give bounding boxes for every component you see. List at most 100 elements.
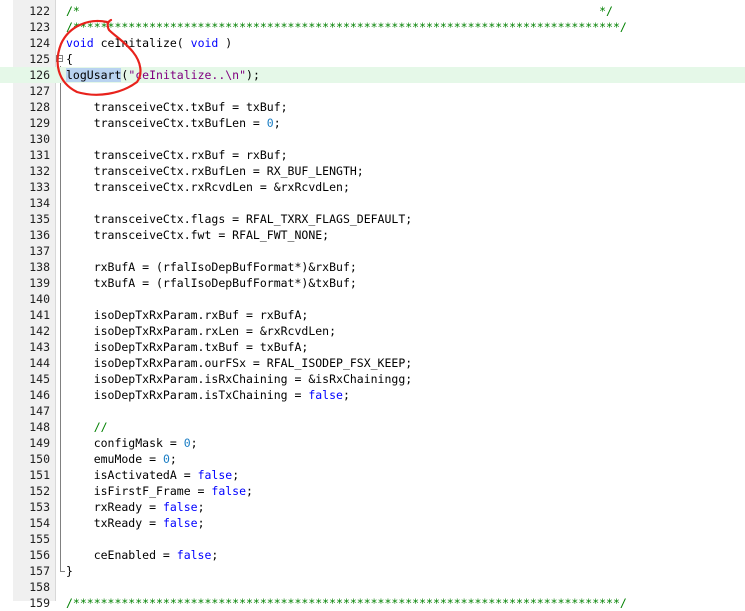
code-text[interactable]: /* */	[66, 3, 613, 19]
code-line[interactable]: 127	[0, 83, 745, 99]
code-line[interactable]: 153 rxReady = false;	[0, 499, 745, 515]
code-line[interactable]: 144 isoDepTxRxParam.ourFSx = RFAL_ISODEP…	[0, 355, 745, 371]
code-text[interactable]: ceEnabled = false;	[66, 547, 219, 563]
code-text[interactable]: isoDepTxRxParam.isTxChaining = false;	[66, 387, 350, 403]
code-line[interactable]: 155	[0, 531, 745, 547]
code-text[interactable]: isFirstF_Frame = false;	[66, 483, 253, 499]
code-line[interactable]: 148 //	[0, 419, 745, 435]
code-line[interactable]: 150 emuMode = 0;	[0, 451, 745, 467]
code-token: isoDepTxRxParam.txBuf = txBufA;	[66, 340, 309, 354]
code-line[interactable]: 149 configMask = 0;	[0, 435, 745, 451]
code-line[interactable]: 133 transceiveCtx.rxRcvdLen = &rxRcvdLen…	[0, 179, 745, 195]
code-text[interactable]: void ceInitalize( void )	[66, 35, 232, 51]
code-token: ceEnabled =	[66, 548, 177, 562]
code-line[interactable]: 129 transceiveCtx.txBufLen = 0;	[0, 115, 745, 131]
code-text[interactable]: logUsart("ceInitalize..\n");	[66, 67, 260, 83]
code-text[interactable]: isoDepTxRxParam.rxLen = &rxRcvdLen;	[66, 323, 336, 339]
code-text[interactable]: configMask = 0;	[66, 435, 198, 451]
line-number: 127	[29, 84, 50, 98]
code-text[interactable]: isoDepTxRxParam.rxBuf = rxBufA;	[66, 307, 309, 323]
code-token: false	[308, 388, 343, 402]
code-text[interactable]: {	[66, 51, 73, 67]
code-line[interactable]: 122 /* */	[0, 3, 745, 19]
code-text[interactable]: isoDepTxRxParam.txBuf = txBufA;	[66, 339, 309, 355]
code-token: isoDepTxRxParam.ourFSx = RFAL_ISODEP_FSX…	[66, 356, 413, 370]
code-line[interactable]: 136 transceiveCtx.fwt = RFAL_FWT_NONE;	[0, 227, 745, 243]
code-text[interactable]: isoDepTxRxParam.ourFSx = RFAL_ISODEP_FSX…	[66, 355, 413, 371]
line-number: 149	[29, 436, 50, 450]
code-token: false	[211, 484, 247, 498]
code-token: isoDepTxRxParam.rxLen = &rxRcvdLen;	[66, 324, 337, 338]
code-text[interactable]: transceiveCtx.flags = RFAL_TXRX_FLAGS_DE…	[66, 211, 413, 227]
code-token: configMask =	[66, 436, 184, 450]
code-text[interactable]: //	[66, 419, 108, 435]
code-text[interactable]: txReady = false;	[66, 515, 205, 531]
code-token: txBufA = (rfalIsoDepBufFormat*)&txBuf;	[66, 276, 357, 290]
line-number: 129	[29, 116, 50, 130]
code-text[interactable]: /***************************************…	[66, 19, 627, 35]
code-line[interactable]: 137	[0, 243, 745, 259]
code-token: isActivatedA =	[66, 468, 198, 482]
line-number: 132	[29, 164, 50, 178]
code-text[interactable]: emuMode = 0;	[66, 451, 177, 467]
line-number: 139	[29, 276, 50, 290]
code-line[interactable]: 128 transceiveCtx.txBuf = txBuf;	[0, 99, 745, 115]
code-token: ;	[197, 500, 205, 514]
code-token: ;	[273, 116, 281, 130]
code-line[interactable]: 125 {	[0, 51, 745, 67]
code-line[interactable]: 134	[0, 195, 745, 211]
code-text[interactable]: transceiveCtx.rxRcvdLen = &rxRcvdLen;	[66, 179, 350, 195]
line-number: 123	[29, 20, 50, 34]
code-text[interactable]: transceiveCtx.fwt = RFAL_FWT_NONE;	[66, 227, 329, 243]
code-line[interactable]: 131 transceiveCtx.rxBuf = rxBuf;	[0, 147, 745, 163]
code-line[interactable]: 140	[0, 291, 745, 307]
code-token: false	[197, 468, 233, 482]
line-number: 152	[29, 484, 50, 498]
code-text[interactable]: transceiveCtx.txBuf = txBuf;	[66, 99, 288, 115]
code-line[interactable]: 142 isoDepTxRxParam.rxLen = &rxRcvdLen;	[0, 323, 745, 339]
code-text[interactable]: rxBufA = (rfalIsoDepBufFormat*)&rxBuf;	[66, 259, 357, 275]
code-line[interactable]: 156 ceEnabled = false;	[0, 547, 745, 563]
code-line[interactable]: 147	[0, 403, 745, 419]
code-line[interactable]: 152 isFirstF_Frame = false;	[0, 483, 745, 499]
code-line[interactable]: 130	[0, 131, 745, 147]
line-number: 153	[29, 500, 50, 514]
code-line[interactable]: 154 txReady = false;	[0, 515, 745, 531]
line-number: 140	[29, 292, 50, 306]
code-line[interactable]: 139 txBufA = (rfalIsoDepBufFormat*)&txBu…	[0, 275, 745, 291]
code-token: /***************************************…	[66, 596, 627, 610]
code-line[interactable]: 124 void ceInitalize( void )	[0, 35, 745, 51]
code-token: false	[176, 548, 212, 562]
code-line[interactable]: 158	[0, 579, 745, 595]
code-text[interactable]: transceiveCtx.rxBuf = rxBuf;	[66, 147, 288, 163]
code-text[interactable]: }	[66, 563, 73, 579]
code-text[interactable]: transceiveCtx.txBufLen = 0;	[66, 115, 281, 131]
code-line[interactable]: 126 logUsart("ceInitalize..\n");	[0, 67, 745, 83]
code-line[interactable]: 138 rxBufA = (rfalIsoDepBufFormat*)&rxBu…	[0, 259, 745, 275]
code-line[interactable]: 135 transceiveCtx.flags = RFAL_TXRX_FLAG…	[0, 211, 745, 227]
code-text[interactable]: isoDepTxRxParam.isRxChaining = &isRxChai…	[66, 371, 413, 387]
code-text[interactable]: rxReady = false;	[66, 499, 205, 515]
line-number: 137	[29, 244, 50, 258]
code-token: false	[162, 516, 198, 530]
code-line[interactable]: 143 isoDepTxRxParam.txBuf = txBufA;	[0, 339, 745, 355]
code-line[interactable]: 132 transceiveCtx.rxBufLen = RX_BUF_LENG…	[0, 163, 745, 179]
code-line[interactable]: 159 /************************************…	[0, 595, 745, 611]
code-area[interactable]: 122 /* */ 123 /****************************…	[0, 3, 745, 611]
code-line[interactable]: 141 isoDepTxRxParam.rxBuf = rxBufA;	[0, 307, 745, 323]
code-text[interactable]: txBufA = (rfalIsoDepBufFormat*)&txBuf;	[66, 275, 357, 291]
code-token: 0	[183, 436, 191, 450]
code-line[interactable]: 151 isActivatedA = false;	[0, 467, 745, 483]
code-line[interactable]: 157}	[0, 563, 745, 579]
code-token: {	[66, 52, 73, 66]
code-token: transceiveCtx.rxBuf = rxBuf;	[66, 148, 288, 162]
code-line[interactable]: 146 isoDepTxRxParam.isTxChaining = false…	[0, 387, 745, 403]
code-line[interactable]: 145 isoDepTxRxParam.isRxChaining = &isRx…	[0, 371, 745, 387]
code-line[interactable]: 123 /************************************…	[0, 19, 745, 35]
line-number: 155	[29, 532, 50, 546]
code-text[interactable]: /***************************************…	[66, 595, 627, 611]
code-text[interactable]: isActivatedA = false;	[66, 467, 239, 483]
line-number: 126	[29, 68, 50, 82]
code-text[interactable]: transceiveCtx.rxBufLen = RX_BUF_LENGTH;	[66, 163, 364, 179]
line-number: 122	[29, 4, 50, 18]
